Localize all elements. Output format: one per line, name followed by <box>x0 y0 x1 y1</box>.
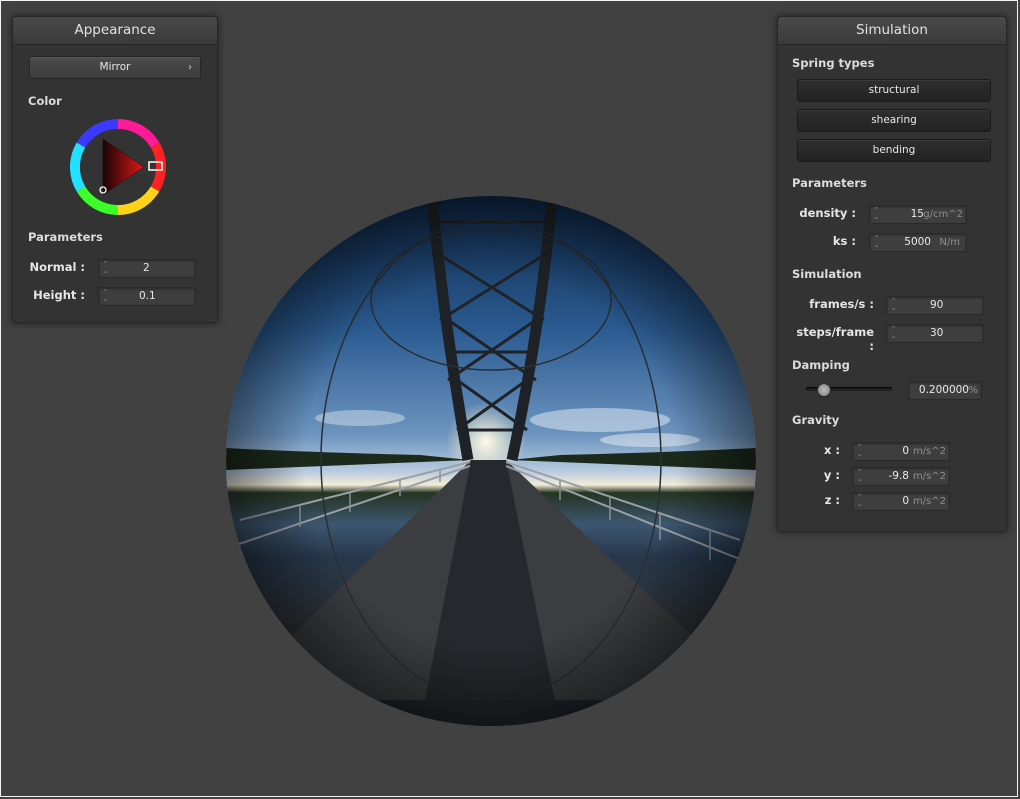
density-unit: g/cm^2 <box>923 209 963 220</box>
normal-value: 2 <box>143 262 150 274</box>
damping-value: 0.200000 <box>918 384 969 396</box>
gravity-z-unit: m/s^2 <box>912 496 946 507</box>
damping-unit: % <box>968 385 978 396</box>
spinner-icon[interactable]: ⌃ ⌄ <box>856 444 863 459</box>
ks-label: ks : <box>832 234 856 248</box>
gravity-y-label: y : <box>823 468 840 482</box>
bending-toggle[interactable]: bending <box>797 139 991 162</box>
appearance-panel: Appearance Mirror › Color Parameters Nor… <box>12 16 218 323</box>
normal-label: Normal : <box>29 260 85 274</box>
color-label: Color <box>28 94 62 108</box>
density-input[interactable]: ⌃ ⌄ 15 g/cm^2 <box>869 205 967 224</box>
ks-value: 5000 <box>904 236 931 248</box>
shader-select-button[interactable]: Mirror › <box>29 56 201 79</box>
normal-input[interactable]: ⌃ ⌄ 2 <box>98 259 196 278</box>
steps-label: steps/frame : <box>796 325 874 353</box>
gravity-z-value: 0 <box>902 495 909 507</box>
fps-input[interactable]: ⌃ ⌄ 90 <box>886 296 984 315</box>
height-value: 0.1 <box>139 290 156 302</box>
gravity-x-input[interactable]: ⌃ ⌄ 0 m/s^2 <box>852 442 950 461</box>
fps-label: frames/s : <box>809 297 874 311</box>
gravity-x-value: 0 <box>902 445 909 457</box>
structural-toggle[interactable]: structural <box>797 79 991 102</box>
height-input[interactable]: ⌃ ⌄ 0.1 <box>98 287 196 306</box>
spinner-icon[interactable]: ⌃ ⌄ <box>856 494 863 509</box>
color-wheel-icon[interactable] <box>70 119 166 215</box>
chevron-right-icon: › <box>188 62 192 73</box>
steps-value: 30 <box>930 327 944 339</box>
damping-label: Damping <box>792 358 850 372</box>
spinner-icon[interactable]: ⌃ ⌄ <box>873 207 880 222</box>
fps-value: 90 <box>930 299 944 311</box>
shearing-toggle[interactable]: shearing <box>797 109 991 132</box>
appearance-params-label: Parameters <box>28 230 103 244</box>
sim-section-label: Simulation <box>792 267 862 281</box>
density-value: 15 <box>910 208 924 220</box>
ks-unit: N/m <box>939 237 960 248</box>
shader-select-label: Mirror <box>99 61 131 73</box>
simulation-title: Simulation <box>778 17 1006 45</box>
steps-input[interactable]: ⌃ ⌄ 30 <box>886 324 984 343</box>
spinner-icon[interactable]: ⌃ ⌄ <box>856 469 863 484</box>
spinner-icon[interactable]: ⌃ ⌄ <box>102 289 109 304</box>
sim-params-label: Parameters <box>792 176 867 190</box>
height-label: Height : <box>33 288 85 302</box>
gravity-y-unit: m/s^2 <box>912 471 946 482</box>
spinner-icon[interactable]: ⌃ ⌄ <box>873 235 880 250</box>
gravity-x-label: x : <box>823 443 840 457</box>
simulation-panel: Simulation Spring types structural shear… <box>777 16 1007 532</box>
spring-types-label: Spring types <box>792 56 875 70</box>
gravity-y-input[interactable]: ⌃ ⌄ -9.8 m/s^2 <box>852 467 950 486</box>
density-label: density : <box>799 206 856 220</box>
spinner-icon[interactable]: ⌃ ⌄ <box>890 326 897 341</box>
ks-input[interactable]: ⌃ ⌄ 5000 N/m <box>869 233 967 252</box>
gravity-y-value: -9.8 <box>888 470 910 482</box>
damping-input[interactable]: 0.200000 % <box>908 381 982 400</box>
damping-slider-handle[interactable] <box>817 383 832 397</box>
gravity-z-input[interactable]: ⌃ ⌄ 0 m/s^2 <box>852 492 950 511</box>
gravity-x-unit: m/s^2 <box>912 446 946 457</box>
gravity-z-label: z : <box>824 493 840 507</box>
gravity-label: Gravity <box>792 413 840 427</box>
appearance-title: Appearance <box>13 17 217 45</box>
spinner-icon[interactable]: ⌃ ⌄ <box>890 298 897 313</box>
spinner-icon[interactable]: ⌃ ⌄ <box>102 261 109 276</box>
